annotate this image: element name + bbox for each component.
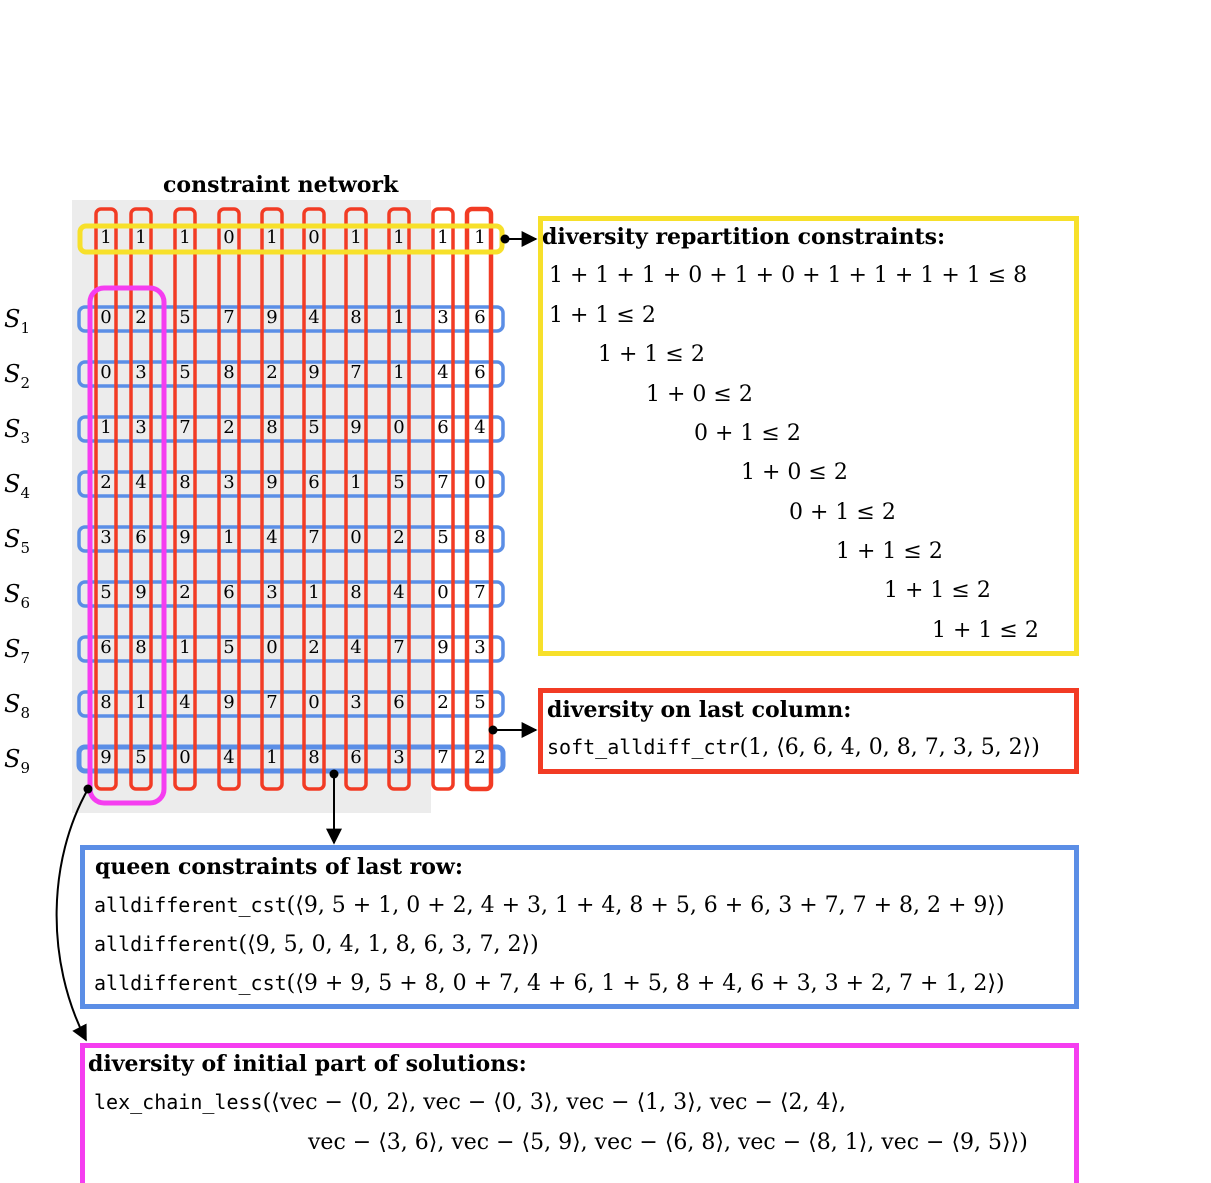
column-constraint-outline bbox=[344, 207, 368, 791]
row-constraint-outline bbox=[77, 360, 505, 388]
repartition-line: 1 + 1 ≤ 2 bbox=[884, 578, 991, 603]
queen-line: alldifferent_cst(⟨9 + 9, 5 + 8, 0 + 7, 4… bbox=[94, 971, 1005, 996]
repartition-line: 1 + 1 ≤ 2 bbox=[549, 303, 656, 328]
repartition-line: 1 + 1 ≤ 2 bbox=[932, 618, 1039, 643]
column-constraint-outline bbox=[464, 206, 494, 792]
initial-part-highlight bbox=[87, 285, 167, 806]
column-constraint-outline bbox=[173, 207, 197, 791]
repartition-line: 1 + 0 ≤ 2 bbox=[741, 460, 848, 485]
row-constraint-outline bbox=[77, 635, 505, 663]
lex-chain-args-1: (⟨vec − ⟨0, 2⟩, vec − ⟨0, 3⟩, vec − ⟨1, … bbox=[262, 1090, 847, 1115]
queen-title: queen constraints of last row: bbox=[95, 854, 463, 880]
initial-line-1: lex_chain_less(⟨vec − ⟨0, 2⟩, vec − ⟨0, … bbox=[94, 1090, 846, 1115]
column-constraint-outline bbox=[387, 207, 411, 791]
row-constraint-outline bbox=[77, 690, 505, 718]
column-constraint-outline bbox=[260, 207, 284, 791]
column-constraint-outline bbox=[94, 207, 118, 791]
repartition-line: 0 + 1 ≤ 2 bbox=[694, 421, 801, 446]
queen-fn: alldifferent_cst bbox=[94, 893, 287, 917]
queen-args: (⟨9 + 9, 5 + 8, 0 + 7, 4 + 6, 1 + 5, 8 +… bbox=[286, 971, 1005, 996]
row-constraints bbox=[76, 305, 506, 774]
column-constraint-outline bbox=[129, 207, 153, 791]
row-constraint-outline bbox=[77, 415, 505, 443]
initial-line-2: vec − ⟨3, 6⟩, vec − ⟨5, 9⟩, vec − ⟨6, 8⟩… bbox=[308, 1130, 1028, 1155]
repartition-line: 1 + 0 ≤ 2 bbox=[646, 382, 753, 407]
last-column-title: diversity on last column: bbox=[547, 697, 852, 723]
repartition-title: diversity repartition constraints: bbox=[542, 224, 946, 250]
column-constraint-outline bbox=[431, 207, 455, 791]
row-constraint-outline bbox=[77, 580, 505, 608]
row-constraint-outline bbox=[77, 305, 505, 333]
row-constraint-outline bbox=[77, 525, 505, 553]
queen-line: alldifferent(⟨9, 5, 0, 4, 1, 8, 6, 3, 7,… bbox=[94, 932, 539, 957]
column-constraint-outline bbox=[217, 207, 241, 791]
row-constraint-outline bbox=[77, 470, 505, 498]
repartition-line: 0 + 1 ≤ 2 bbox=[789, 500, 896, 525]
header-row-highlight bbox=[77, 223, 505, 255]
queen-args: (⟨9, 5 + 1, 0 + 2, 4 + 3, 1 + 4, 8 + 5, … bbox=[286, 893, 1005, 918]
queen-fn: alldifferent_cst bbox=[94, 971, 287, 995]
repartition-line: 1 + 1 ≤ 2 bbox=[598, 342, 705, 367]
last-column-constraint: soft_alldiff_ctr(1, ⟨6, 6, 4, 0, 8, 7, 3… bbox=[547, 735, 1040, 760]
queen-fn: alldifferent bbox=[94, 932, 239, 956]
repartition-line: 1 + 1 + 1 + 0 + 1 + 0 + 1 + 1 + 1 + 1 ≤ … bbox=[549, 263, 1028, 288]
soft-alldiff-args: (1, ⟨6, 6, 4, 0, 8, 7, 3, 5, 2⟩) bbox=[739, 735, 1040, 760]
repartition-line: 1 + 1 ≤ 2 bbox=[836, 539, 943, 564]
queen-line: alldifferent_cst(⟨9, 5 + 1, 0 + 2, 4 + 3… bbox=[94, 893, 1005, 918]
queen-args: (⟨9, 5, 0, 4, 1, 8, 6, 3, 7, 2⟩) bbox=[238, 932, 539, 957]
column-constraints bbox=[94, 206, 494, 792]
diagram-stage: constraint network 1110101111 S1 0 2 5 7 9 4 8 1… bbox=[0, 0, 1211, 1183]
lex-chain-fn: lex_chain_less bbox=[94, 1090, 263, 1114]
initial-title: diversity of initial part of solutions: bbox=[88, 1051, 527, 1077]
soft-alldiff-fn: soft_alldiff_ctr bbox=[547, 735, 740, 759]
column-constraint-outline bbox=[302, 207, 326, 791]
row-constraint-outline bbox=[76, 744, 506, 774]
